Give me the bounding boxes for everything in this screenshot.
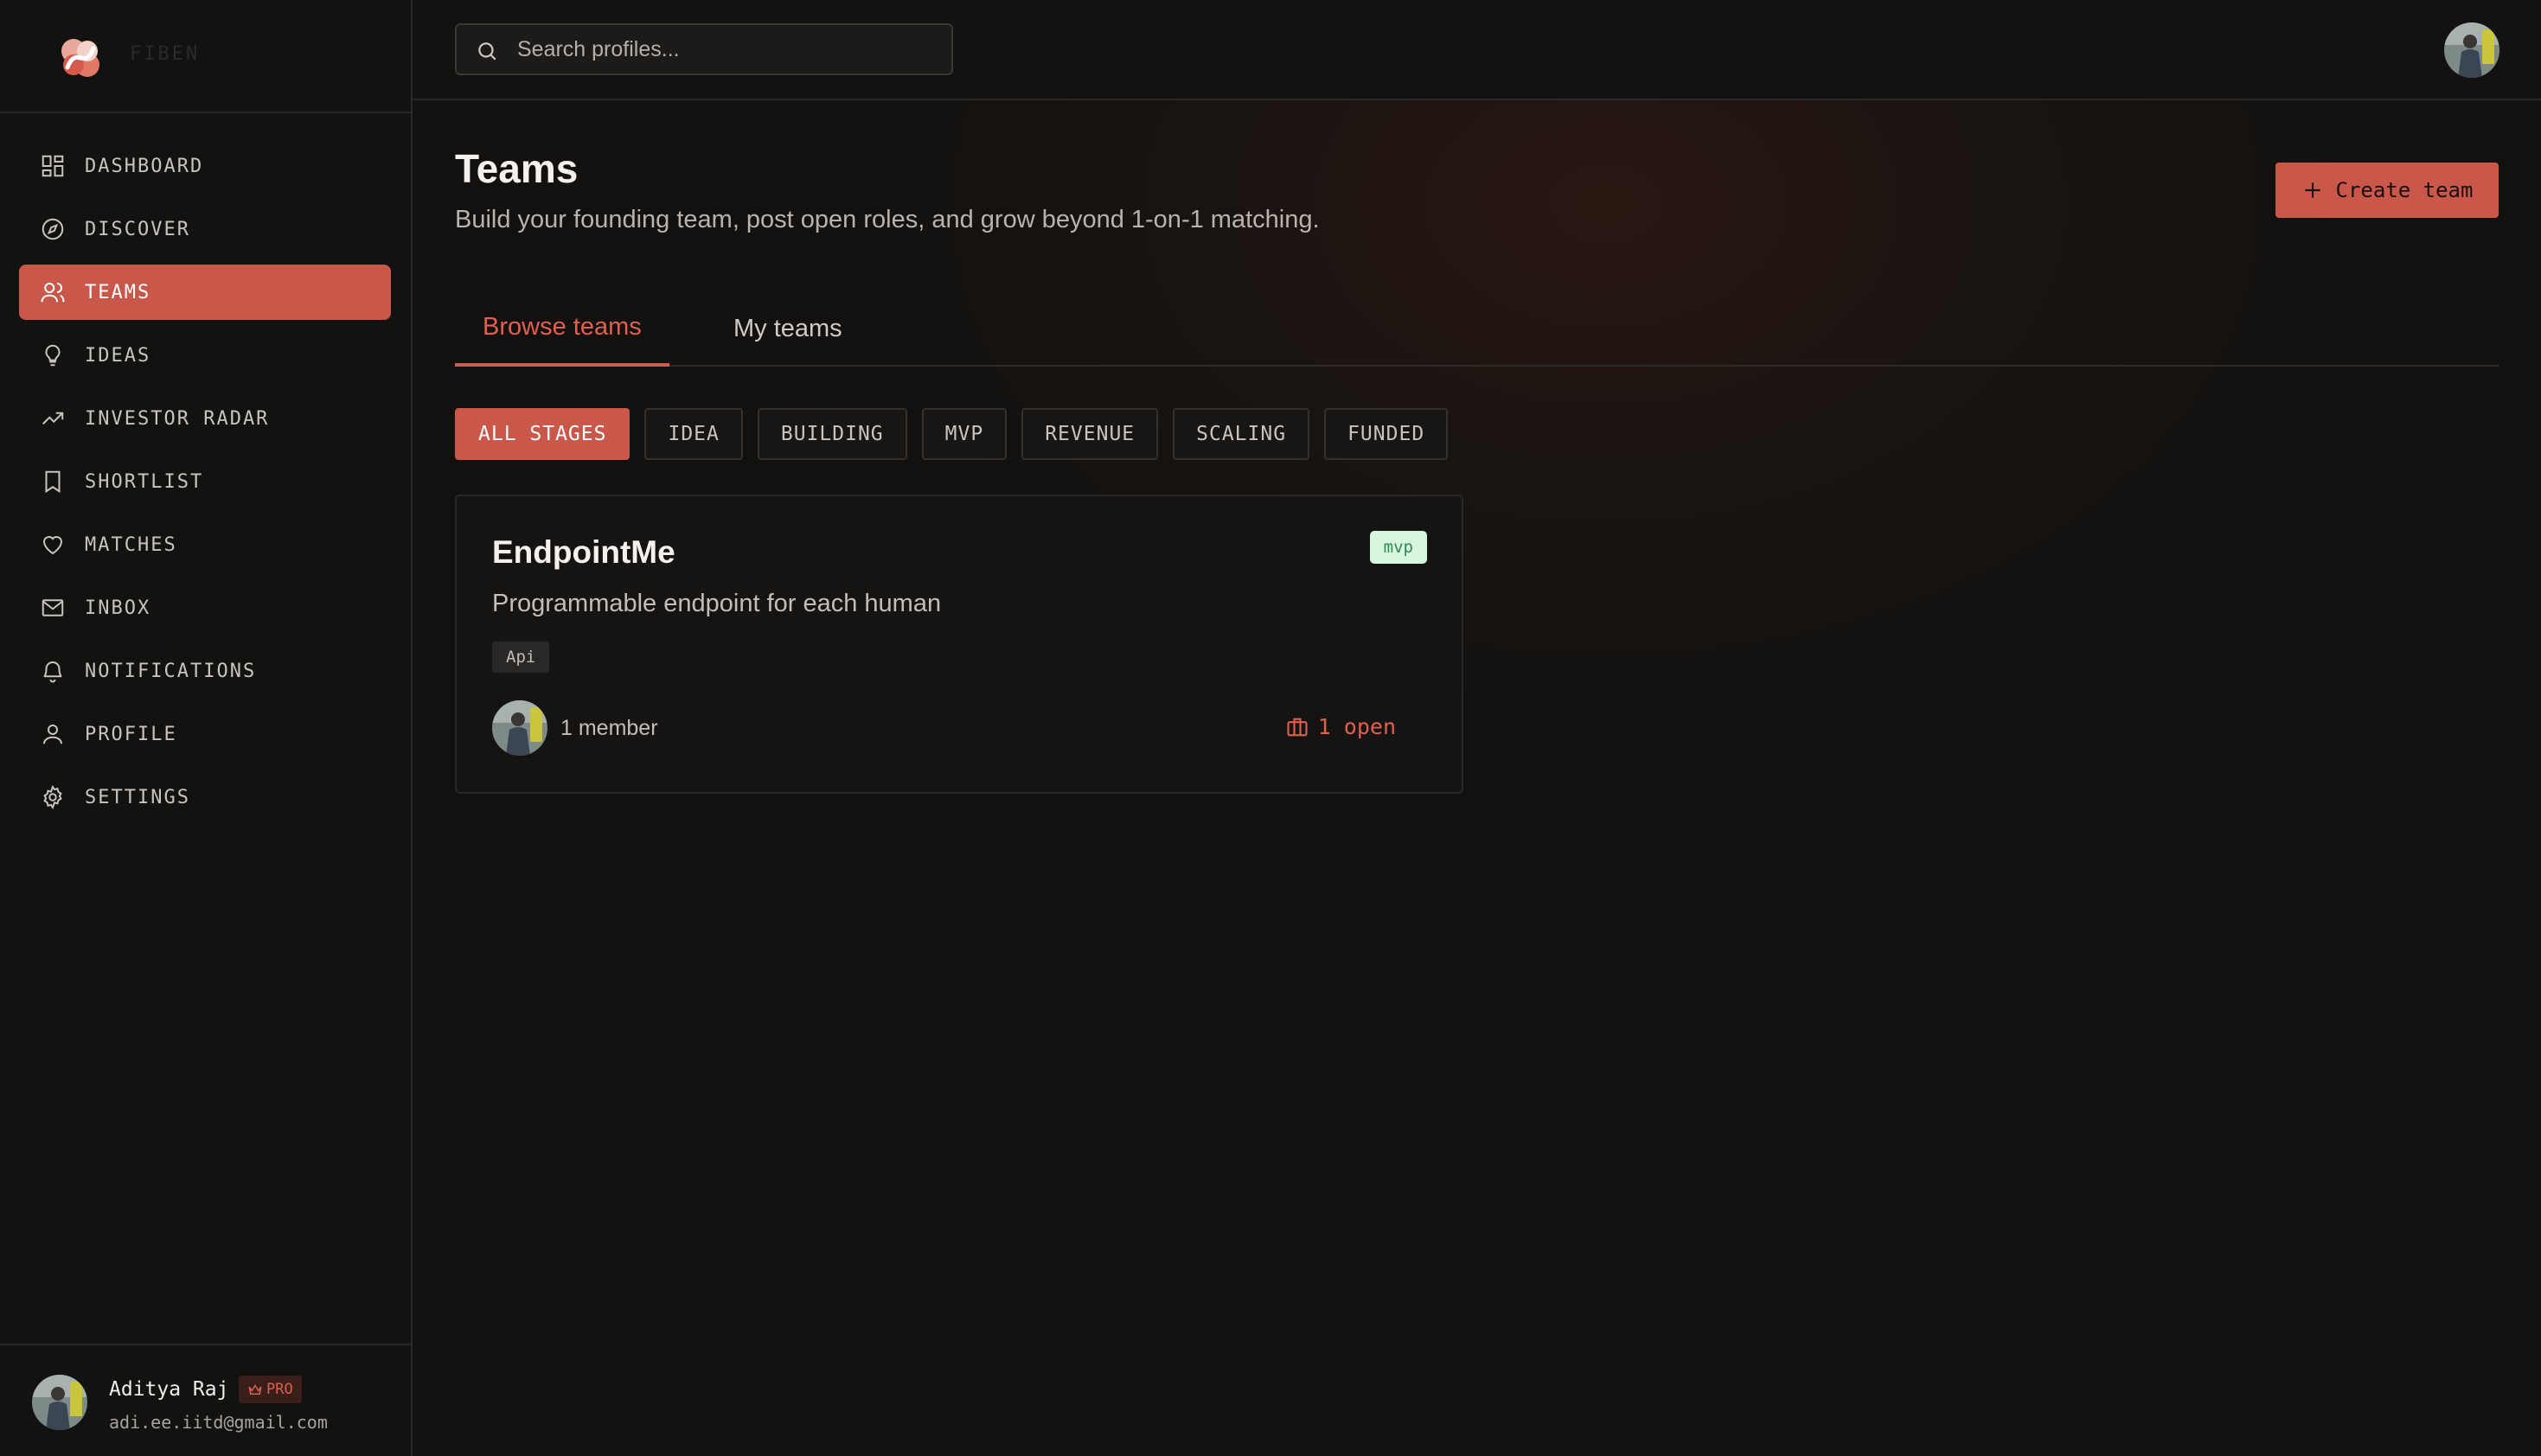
sidebar-item-settings[interactable]: SETTINGS [19,770,391,825]
page-title: Teams [455,146,579,191]
stage-filters: ALL STAGES IDEA BUILDING MVP REVENUE SCA… [455,408,1449,460]
filter-building[interactable]: BUILDING [757,408,907,460]
trending-up-icon [42,412,64,425]
mail-icon [42,599,64,616]
sidebar-item-shortlist[interactable]: SHORTLIST [19,454,391,509]
sidebar-item-label: INBOX [85,597,151,619]
filter-funded[interactable]: FUNDED [1324,408,1449,460]
filter-scaling[interactable]: SCALING [1173,408,1310,460]
plus-icon [2304,182,2320,198]
filter-revenue[interactable]: REVENUE [1021,408,1159,460]
user-icon [43,725,62,744]
sidebar-item-investor-radar[interactable]: INVESTOR RADAR [19,391,391,446]
team-tag: Api [492,642,550,673]
sidebar-item-label: TEAMS [85,281,151,303]
sidebar-item-label: SHORTLIST [85,470,204,493]
sidebar-item-matches[interactable]: MATCHES [19,517,391,572]
open-roles: 1 open [1285,714,1396,739]
sidebar-item-label: PROFILE [85,723,177,745]
heart-icon [42,536,63,555]
team-card[interactable]: EndpointMe mvp Programmable endpoint for… [455,495,1463,794]
tab-browse-teams[interactable]: Browse teams [455,291,669,367]
sidebar-item-dashboard[interactable]: DASHBOARD [19,138,391,194]
sidebar-item-label: DISCOVER [85,218,190,240]
sidebar-item-label: DASHBOARD [85,155,204,177]
grid-icon [42,155,64,177]
lightbulb-icon [45,344,61,367]
team-description: Programmable endpoint for each human [492,590,942,617]
logo-icon [61,39,99,77]
sidebar-item-label: MATCHES [85,533,177,556]
search-input[interactable] [517,25,941,73]
team-name: EndpointMe [492,534,675,570]
sidebar-item-label: IDEAS [85,344,151,367]
bookmark-icon [45,470,61,494]
sidebar-item-profile[interactable]: PROFILE [19,706,391,762]
main-content: Teams Build your founding team, post ope… [413,100,2541,1456]
topbar [413,0,2541,100]
pro-badge: PRO [239,1376,302,1403]
crown-icon [248,1384,262,1395]
sidebar-item-discover[interactable]: DISCOVER [19,201,391,257]
member-count: 1 member [560,716,658,740]
compass-icon [42,218,64,240]
sidebar-item-notifications[interactable]: NOTIFICATIONS [19,643,391,699]
avatar [32,1375,87,1430]
user-name: Aditya Raj [109,1378,229,1401]
user-email: adi.ee.iitd@gmail.com [109,1412,328,1433]
brand[interactable]: FIBEN [0,0,411,113]
sidebar-item-label: NOTIFICATIONS [85,660,257,682]
sidebar-nav: DASHBOARD DISCOVER TEAMS IDEAS INVESTOR … [19,138,391,833]
sidebar-item-ideas[interactable]: IDEAS [19,328,391,383]
sidebar: FIBEN DASHBOARD DISCOVER TEAMS IDEAS INV… [0,0,413,1456]
search-icon [478,42,496,61]
sidebar-item-label: INVESTOR RADAR [85,407,270,430]
create-team-button[interactable]: Create team [2275,163,2499,218]
brand-name: FIBEN [130,43,201,65]
stage-badge: mvp [1369,531,1427,564]
user-card[interactable]: Aditya Raj PRO adi.ee.iitd@gmail.com [0,1344,411,1456]
member-avatar [492,700,547,756]
filter-idea[interactable]: IDEA [644,408,743,460]
search-box[interactable] [455,23,953,75]
gear-icon [43,784,62,810]
filter-all-stages[interactable]: ALL STAGES [455,408,630,460]
briefcase-icon [1287,718,1308,736]
avatar[interactable] [2444,22,2499,78]
sidebar-item-label: SETTINGS [85,786,190,808]
page-subtitle: Build your founding team, post open role… [455,206,1320,233]
tab-my-teams[interactable]: My teams [706,291,870,367]
filter-mvp[interactable]: MVP [921,408,1008,460]
users-icon [41,283,65,303]
sidebar-item-teams[interactable]: TEAMS [19,265,391,320]
sidebar-item-inbox[interactable]: INBOX [19,580,391,635]
tab-bar: Browse teams My teams [455,291,2499,367]
bell-icon [43,661,62,683]
